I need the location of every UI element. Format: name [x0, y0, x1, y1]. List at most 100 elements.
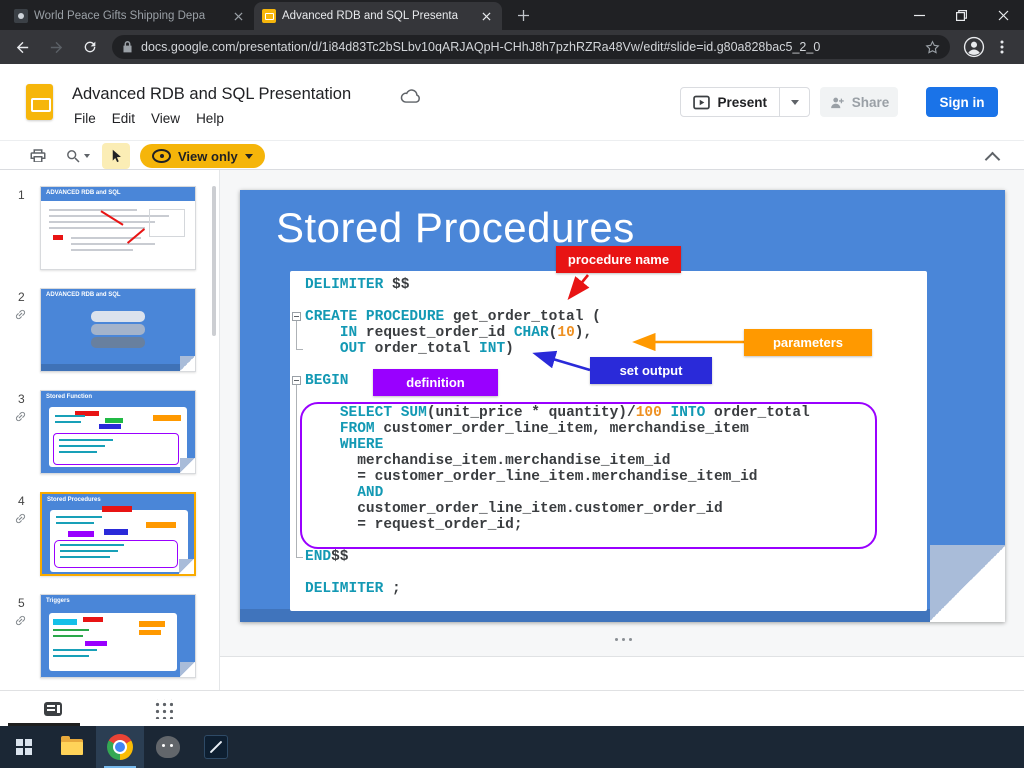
print-icon [30, 149, 46, 162]
content-area: 1 ADVANCED RDB and SQL 2 ADVANCED RDB and S… [0, 170, 1024, 690]
view-only-button[interactable]: View only [140, 144, 265, 168]
zoom-button[interactable] [58, 143, 96, 169]
present-button[interactable]: Present [681, 88, 779, 116]
gimp-taskbar-button[interactable] [144, 726, 192, 768]
restore-button[interactable] [940, 0, 982, 30]
reload-button[interactable] [76, 33, 104, 61]
code-line: CREATE PROCEDURE get_order_total ( [292, 309, 917, 325]
thumbnail-title: ADVANCED RDB and SQL [46, 189, 121, 196]
annotation-set-output: set output [590, 357, 712, 384]
magnifier-icon [66, 149, 80, 163]
chrome-taskbar-button[interactable] [96, 726, 144, 768]
url-text: docs.google.com/presentation/d/1i84d83Tc… [141, 40, 821, 54]
browser-tab-1[interactable]: World Peace Gifts Shipping Depa [6, 2, 254, 30]
code-fold-marker[interactable] [292, 312, 301, 321]
present-options-caret[interactable] [779, 88, 809, 116]
current-slide[interactable]: Stored Procedures DELIMITER $$ CREATE PRO… [240, 190, 1005, 622]
start-button[interactable] [0, 726, 48, 768]
cursor-arrow-icon [112, 149, 121, 163]
menu-file[interactable]: File [66, 109, 104, 128]
slide-number-1: 1 [18, 188, 25, 202]
present-play-icon [693, 95, 711, 109]
screen: World Peace Gifts Shipping Depa Advanced… [0, 0, 1024, 768]
tab2-favicon-slides [262, 9, 276, 23]
annotation-procedure-name: procedure name [556, 246, 681, 273]
pen-app-taskbar-button[interactable] [192, 726, 240, 768]
pen-app-icon [204, 735, 228, 759]
grid-view-icon [153, 699, 173, 719]
eye-icon [152, 149, 171, 163]
chrome-icon [107, 734, 133, 760]
share-button[interactable]: Share [820, 87, 898, 117]
slide-thumbnail-2[interactable]: ADVANCED RDB and SQL [40, 288, 196, 372]
new-tab-button[interactable] [510, 2, 536, 28]
tab1-favicon [14, 9, 28, 23]
annotation-parameters: parameters [744, 329, 872, 356]
filmstrip-view-button[interactable] [38, 696, 68, 722]
window-controls [898, 0, 1024, 30]
main-area: Stored Procedures DELIMITER $$ CREATE PRO… [220, 170, 1024, 690]
thumbnail-title: Stored Procedures [47, 496, 101, 503]
select-tool-button[interactable] [102, 143, 130, 169]
notes-resize-handle[interactable] [622, 638, 625, 641]
slides-logo-inner [31, 98, 51, 112]
close-button[interactable] [982, 0, 1024, 30]
definition-outline-box [300, 402, 877, 549]
link-icon [14, 308, 28, 322]
back-button[interactable] [8, 33, 36, 61]
code-fold-marker[interactable] [292, 376, 301, 385]
thumbnail-title: ADVANCED RDB and SQL [46, 291, 121, 298]
slide-thumbnail-3[interactable]: Stored Function [40, 390, 196, 474]
grid-view-button[interactable] [148, 696, 178, 722]
corner-fold-decoration [930, 545, 1005, 622]
menu-bar: File Edit View Help [66, 109, 232, 128]
menu-edit[interactable]: Edit [104, 109, 143, 128]
bookmark-star-icon[interactable] [925, 39, 940, 55]
tab2-close-icon[interactable] [478, 8, 494, 24]
caret-down-icon [790, 99, 799, 105]
code-line: DELIMITER $$ [305, 277, 410, 293]
minimize-button[interactable] [898, 0, 940, 30]
share-label: Share [851, 94, 890, 110]
drive-status-cloud-icon[interactable] [400, 87, 421, 109]
windows-taskbar [0, 726, 1024, 768]
code-fold-bracket [296, 321, 303, 350]
zoom-caret-icon [83, 154, 90, 158]
document-title[interactable]: Advanced RDB and SQL Presentation [72, 85, 351, 104]
slide-title: Stored Procedures [276, 204, 635, 251]
collapse-toolbar-chevron[interactable] [984, 151, 1001, 168]
thumbnail-title: Stored Function [46, 393, 93, 400]
slide-thumbnail-4[interactable]: Stored Procedures [40, 492, 196, 576]
slide-thumbnail-1[interactable]: ADVANCED RDB and SQL [40, 186, 196, 270]
share-person-icon [830, 97, 844, 108]
thumbnail-preview: Triggers [41, 595, 195, 677]
thumbnail-preview: Stored Procedures [42, 494, 194, 574]
slide-thumbnail-5[interactable]: Triggers [40, 594, 196, 678]
sign-in-button[interactable]: Sign in [926, 87, 998, 117]
link-icon [14, 614, 28, 628]
slide-number-2: 2 [18, 290, 25, 304]
present-label: Present [717, 94, 767, 110]
browser-titlebar: World Peace Gifts Shipping Depa Advanced… [0, 0, 1024, 30]
print-button[interactable] [24, 143, 52, 169]
slide-filmstrip-panel: 1 ADVANCED RDB and SQL 2 ADVANCED RDB and S… [0, 170, 220, 690]
address-bar[interactable]: docs.google.com/presentation/d/1i84d83Tc… [112, 35, 950, 59]
speaker-notes-area[interactable] [220, 656, 1024, 690]
link-icon [14, 410, 28, 424]
menu-view[interactable]: View [143, 109, 188, 128]
forward-button[interactable] [42, 33, 70, 61]
browser-tab-2[interactable]: Advanced RDB and SQL Presenta [254, 2, 502, 30]
profile-button[interactable] [960, 33, 988, 61]
filmstrip-scrollbar[interactable] [212, 186, 216, 336]
view-toggle-bar [0, 690, 1024, 726]
menu-help[interactable]: Help [188, 109, 232, 128]
link-icon [14, 512, 28, 526]
file-explorer-button[interactable] [48, 726, 96, 768]
code-line: END$$ [305, 549, 349, 565]
tab1-close-icon[interactable] [230, 8, 246, 24]
slide-number-5: 5 [18, 596, 25, 610]
browser-menu-icon[interactable] [988, 33, 1016, 61]
slides-app-header: Advanced RDB and SQL Presentation File E… [0, 64, 1024, 140]
google-slides-logo[interactable] [26, 84, 53, 120]
